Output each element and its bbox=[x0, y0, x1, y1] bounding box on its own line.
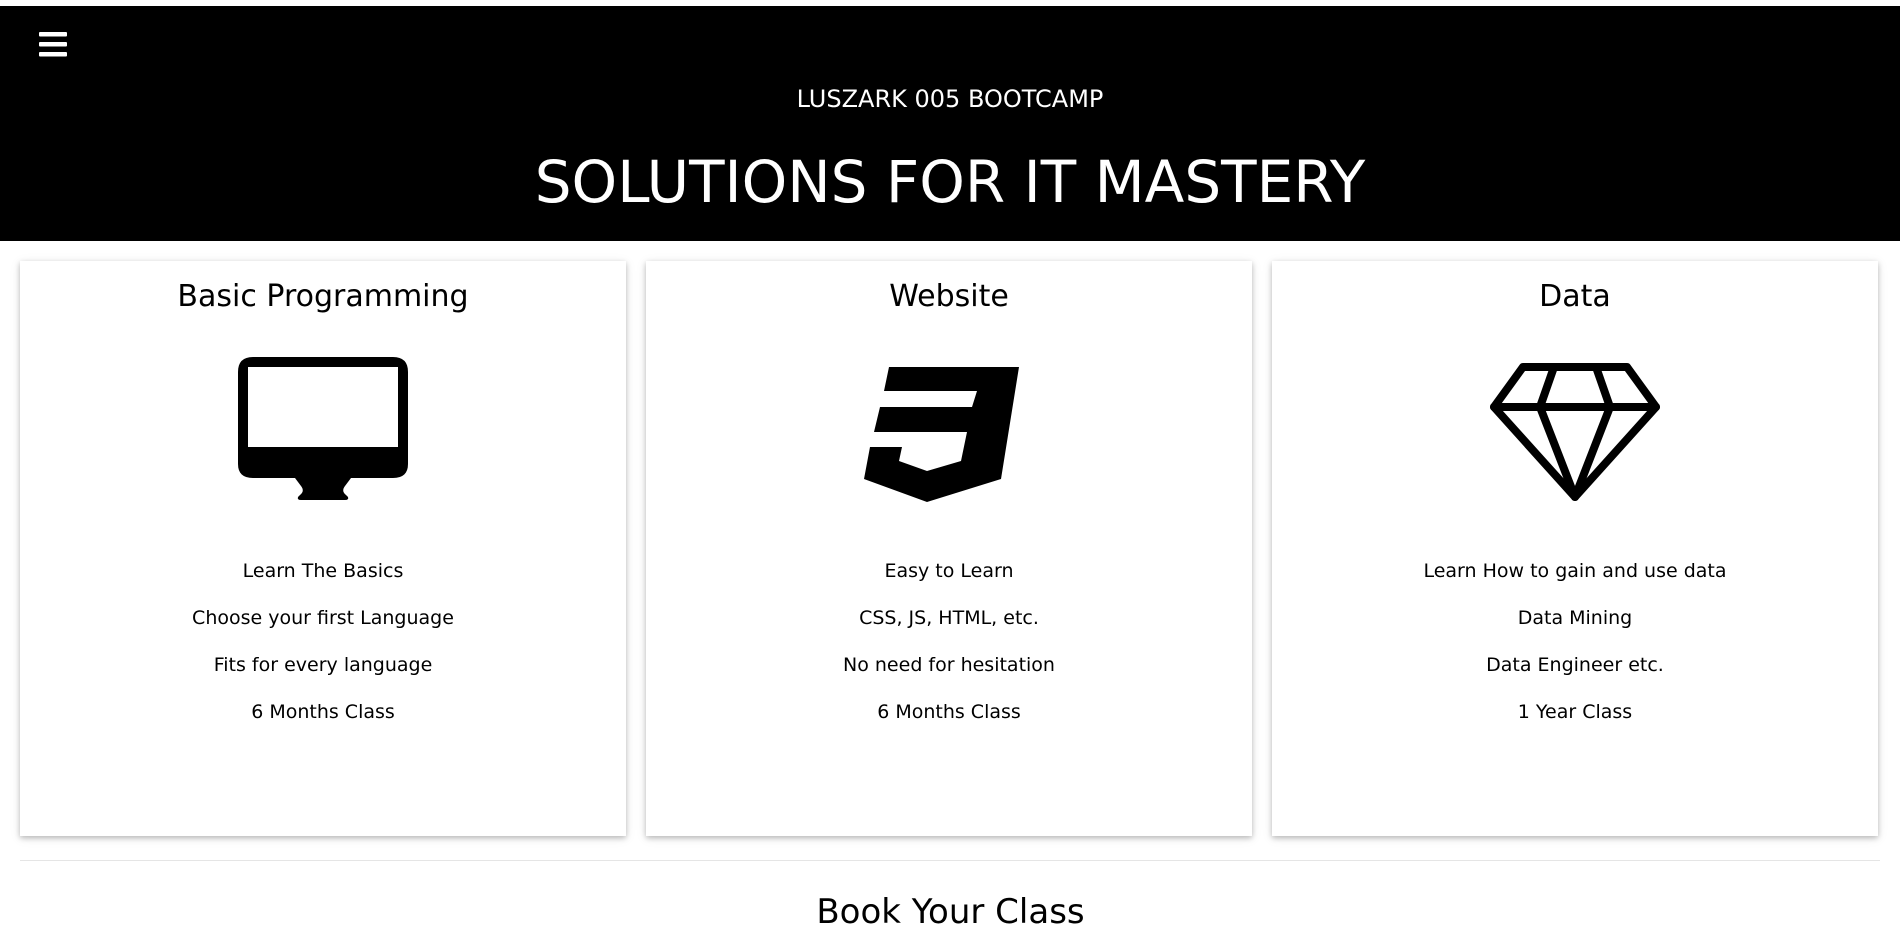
list-item: 6 Months Class bbox=[251, 701, 395, 723]
course-card-basic-programming: Basic Programming Learn The Basics Choos… bbox=[20, 261, 626, 836]
booking-section-title: Book Your Class bbox=[816, 892, 1085, 932]
list-item: Choose your first Language bbox=[192, 607, 454, 629]
course-card-data: Data Learn How to gain and use data Data… bbox=[1272, 261, 1878, 836]
course-cards: Basic Programming Learn The Basics Choos… bbox=[20, 261, 1880, 836]
list-item: No need for hesitation bbox=[843, 654, 1055, 676]
site-subtitle: LUSZARK 005 BOOTCAMP bbox=[796, 85, 1104, 113]
course-card-website: Website Easy to Learn CSS, JS, HTML, etc… bbox=[646, 261, 1252, 836]
card-features: Learn The Basics Choose your first Langu… bbox=[20, 548, 626, 736]
list-item: Easy to Learn bbox=[884, 560, 1014, 582]
css3-icon bbox=[864, 357, 1034, 502]
list-item: Learn The Basics bbox=[242, 560, 404, 582]
card-features: Learn How to gain and use data Data Mini… bbox=[1272, 548, 1878, 736]
desktop-monitor-icon bbox=[238, 357, 408, 502]
list-item: Fits for every language bbox=[213, 654, 433, 676]
list-item: 6 Months Class bbox=[877, 701, 1021, 723]
card-title: Website bbox=[889, 279, 1009, 314]
hamburger-menu-icon bbox=[39, 31, 67, 56]
card-features: Easy to Learn CSS, JS, HTML, etc. No nee… bbox=[646, 548, 1252, 736]
card-title: Basic Programming bbox=[177, 279, 469, 314]
section-divider bbox=[20, 860, 1880, 861]
list-item: Data Mining bbox=[1517, 607, 1633, 629]
card-title: Data bbox=[1539, 279, 1611, 314]
list-item: Learn How to gain and use data bbox=[1423, 560, 1727, 582]
page-title: SOLUTIONS FOR IT MASTERY bbox=[534, 148, 1366, 216]
diamond-icon bbox=[1490, 357, 1660, 502]
menu-button[interactable] bbox=[33, 24, 73, 64]
page-header: LUSZARK 005 BOOTCAMP SOLUTIONS FOR IT MA… bbox=[0, 6, 1900, 241]
list-item: CSS, JS, HTML, etc. bbox=[859, 607, 1039, 629]
list-item: 1 Year Class bbox=[1517, 701, 1633, 723]
list-item: Data Engineer etc. bbox=[1486, 654, 1664, 676]
